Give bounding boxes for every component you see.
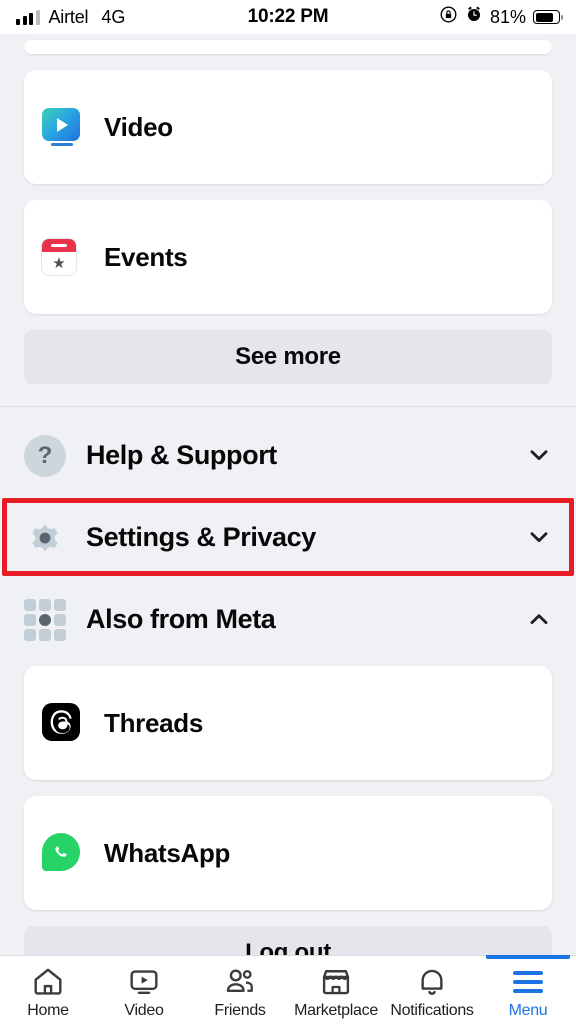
tab-friends[interactable]: Friends xyxy=(192,956,288,1024)
whatsapp-icon xyxy=(42,833,82,873)
marketplace-store-icon xyxy=(319,965,353,999)
section-row-label: Also from Meta xyxy=(86,603,276,634)
meta-app-label: WhatsApp xyxy=(104,837,231,868)
video-player-icon xyxy=(127,965,161,999)
rotation-lock-icon xyxy=(439,5,458,30)
tab-label: Friends xyxy=(214,1001,266,1019)
shortcut-card-label: Events xyxy=(104,241,188,272)
tab-menu[interactable]: Menu xyxy=(480,955,576,1024)
phone-screen: Airtel 4G 10:22 PM 81% Video ★ Events Se… xyxy=(0,0,576,1024)
chevron-up-icon[interactable] xyxy=(526,606,552,632)
meta-app-label: Threads xyxy=(104,707,204,738)
shortcut-card-events[interactable]: ★ Events xyxy=(24,200,552,314)
sidebar-item-settings-privacy[interactable]: Settings & Privacy xyxy=(0,498,576,576)
section-row-label: Help & Support xyxy=(86,439,277,470)
chevron-down-icon[interactable] xyxy=(526,524,552,550)
home-icon xyxy=(31,965,65,999)
friends-icon xyxy=(223,965,257,999)
hamburger-menu-icon xyxy=(513,965,543,999)
section-row-label: Settings & Privacy xyxy=(86,521,316,552)
meta-app-card-threads[interactable]: Threads xyxy=(24,666,552,780)
grid-apps-icon xyxy=(24,599,66,641)
tab-label: Menu xyxy=(508,1001,548,1019)
tab-home[interactable]: Home xyxy=(0,956,96,1024)
threads-icon xyxy=(42,703,82,743)
tab-video[interactable]: Video xyxy=(96,956,192,1024)
tab-label: Home xyxy=(27,1001,69,1019)
alarm-clock-icon xyxy=(465,5,483,29)
shortcut-card-video[interactable]: Video xyxy=(24,70,552,184)
sidebar-item-also-from-meta[interactable]: Also from Meta xyxy=(0,580,576,658)
shortcut-card-label: Video xyxy=(104,111,173,142)
meta-apps-list: Threads WhatsApp xyxy=(0,666,576,910)
tab-label: Video xyxy=(124,1001,164,1019)
see-more-container: See more xyxy=(0,330,576,384)
chevron-down-icon[interactable] xyxy=(526,442,552,468)
battery-icon xyxy=(533,10,563,24)
status-bar: Airtel 4G 10:22 PM 81% xyxy=(0,0,576,34)
sidebar-item-help-support[interactable]: ? Help & Support xyxy=(0,416,576,494)
meta-app-card-whatsapp[interactable]: WhatsApp xyxy=(24,796,552,910)
clipped-card-top xyxy=(0,40,576,54)
help-question-icon: ? xyxy=(24,435,66,477)
tab-notifications[interactable]: Notifications xyxy=(384,956,480,1024)
tab-label: Marketplace xyxy=(294,1001,378,1019)
status-bar-right: 81% xyxy=(439,5,563,30)
active-tab-indicator xyxy=(486,955,570,959)
log-out-container: Log out xyxy=(0,926,576,955)
gear-icon xyxy=(24,517,64,557)
menu-scroll-area[interactable]: Video ★ Events See more ? Help & Support… xyxy=(0,34,576,955)
partial-card[interactable] xyxy=(24,40,552,54)
section-divider xyxy=(0,406,576,407)
events-calendar-icon: ★ xyxy=(42,237,82,277)
tab-label: Notifications xyxy=(390,1001,474,1019)
video-icon xyxy=(42,107,82,147)
bell-icon xyxy=(415,965,449,999)
tab-marketplace[interactable]: Marketplace xyxy=(288,956,384,1024)
bottom-tab-bar: Home Video Friends Marketplace Notificat… xyxy=(0,955,576,1024)
see-more-button[interactable]: See more xyxy=(24,330,552,384)
shortcut-card-list: Video ★ Events xyxy=(0,70,576,314)
log-out-button[interactable]: Log out xyxy=(24,926,552,955)
battery-percent-label: 81% xyxy=(489,6,526,27)
